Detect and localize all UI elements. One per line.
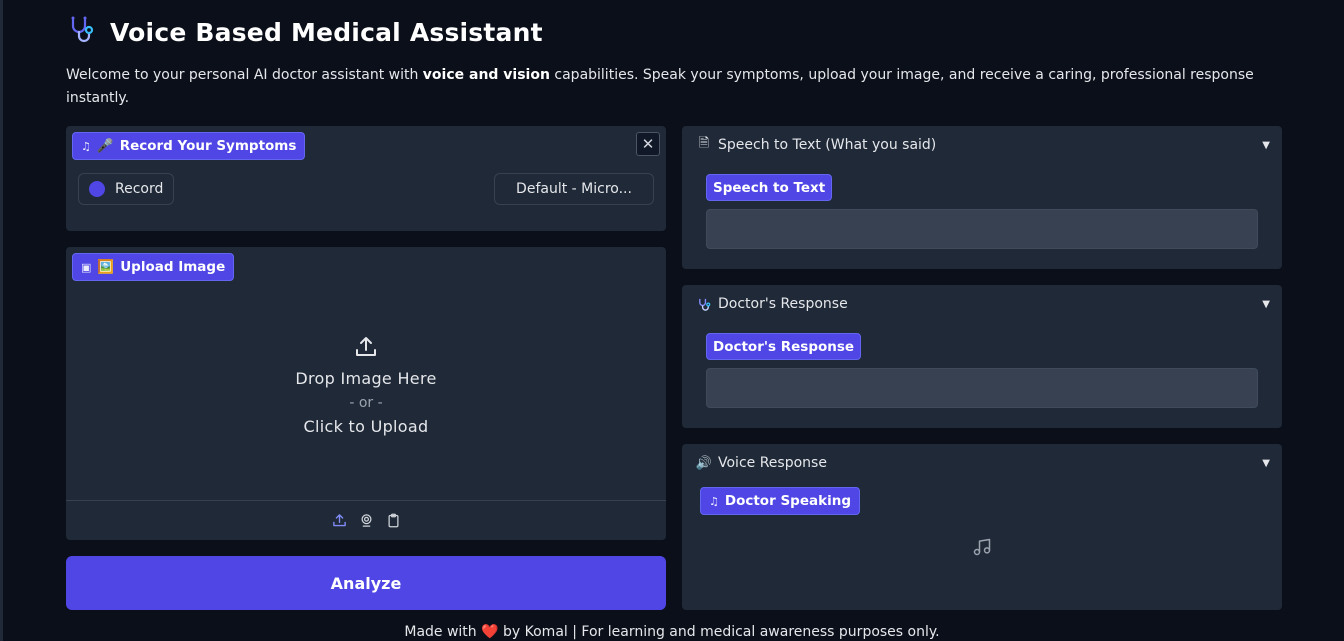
stethoscope-icon — [66, 14, 98, 50]
speech-to-text-label: Speech to Text — [706, 174, 833, 201]
doctor-response-accordion-header[interactable]: Doctor's Response ▼ — [696, 295, 1270, 313]
webcam-icon[interactable] — [359, 513, 374, 528]
heart-icon: ❤️ — [481, 624, 499, 640]
upload-source-icon[interactable] — [332, 513, 347, 528]
caret-down-icon[interactable]: ▼ — [1262, 140, 1270, 151]
upload-source-toolbar — [66, 500, 666, 540]
voice-response-panel: 🔊 Voice Response ▼ ♫ Doctor Speaking — [682, 444, 1282, 610]
doctor-speaking-label: ♫ Doctor Speaking — [700, 487, 860, 515]
speaker-icon: 🔊 — [695, 455, 713, 471]
picture-icon: 🖼️ — [97, 259, 115, 275]
music-note-icon: ♫ — [709, 494, 719, 508]
stethoscope-icon — [696, 297, 712, 312]
description-bold: voice and vision — [422, 67, 550, 83]
upload-image-label: ▣ 🖼️ Upload Image — [72, 253, 235, 281]
audio-placeholder-icon — [973, 538, 991, 556]
upload-image-label-text: Upload Image — [120, 259, 226, 275]
microphone-select-value: Default - Micro... — [516, 181, 632, 197]
image-icon: ▣ — [81, 260, 92, 274]
speech-to-text-accordion-header[interactable]: 🗎 Speech to Text (What you said) ▼ — [696, 136, 1270, 154]
page-title: Voice Based Medical Assistant — [110, 17, 543, 47]
doctor-response-label-text: Doctor's Response — [713, 338, 855, 355]
upload-image-panel: ▣ 🖼️ Upload Image Drop Image Here - or -… — [66, 247, 666, 540]
speech-to-text-header-text: Speech to Text (What you said) — [718, 137, 937, 153]
footer-text: Made with — [404, 624, 482, 640]
upload-icon — [356, 337, 376, 356]
microphone-select[interactable]: Default - Micro... — [494, 173, 654, 205]
voice-response-header-text: Voice Response — [718, 455, 827, 471]
document-icon: 🗎 — [698, 136, 710, 151]
close-icon: ✕ — [641, 135, 655, 153]
doctor-response-label: Doctor's Response — [706, 333, 862, 360]
analyze-button[interactable]: Analyze — [66, 556, 666, 610]
clipboard-icon[interactable] — [386, 513, 401, 528]
doctor-response-header-text: Doctor's Response — [718, 296, 848, 312]
speech-to-text-textbox[interactable] — [706, 209, 1258, 249]
record-button-label: Record — [115, 181, 164, 197]
record-symptoms-label: ♫ 🎤 Record Your Symptoms — [72, 132, 306, 160]
caret-down-icon[interactable]: ▼ — [1262, 299, 1270, 310]
record-dot-icon — [89, 181, 105, 197]
voice-response-accordion-header[interactable]: 🔊 Voice Response ▼ — [696, 454, 1270, 472]
page-header: Voice Based Medical Assistant — [66, 14, 543, 50]
drop-image-text: Drop Image Here — [295, 369, 437, 388]
page-description: Welcome to your personal AI doctor assis… — [66, 64, 1276, 110]
window-edge — [0, 0, 3, 641]
record-symptoms-panel: ♫ 🎤 Record Your Symptoms ✕ Record Defaul… — [66, 126, 666, 231]
speech-to-text-panel: 🗎 Speech to Text (What you said) ▼ Speec… — [682, 126, 1282, 269]
close-button[interactable]: ✕ — [636, 132, 660, 156]
footer: Made with ❤️ by Komal | For learning and… — [0, 624, 1344, 640]
record-symptoms-label-text: Record Your Symptoms — [119, 138, 297, 154]
image-drop-zone[interactable]: Drop Image Here - or - Click to Upload — [66, 307, 666, 467]
microphone-icon: 🎤 — [96, 138, 114, 154]
record-button[interactable]: Record — [78, 173, 174, 205]
or-text: - or - — [349, 395, 383, 411]
click-to-upload-text: Click to Upload — [303, 417, 429, 436]
music-note-icon: ♫ — [81, 139, 91, 153]
speech-to-text-label-text: Speech to Text — [713, 179, 826, 196]
caret-down-icon[interactable]: ▼ — [1262, 458, 1270, 469]
doctor-speaking-label-text: Doctor Speaking — [724, 493, 851, 509]
doctor-response-panel: Doctor's Response ▼ Doctor's Response — [682, 285, 1282, 428]
footer-text-rest: by Komal | For learning and medical awar… — [498, 624, 940, 640]
description-text: Welcome to your personal AI doctor assis… — [66, 67, 423, 83]
doctor-response-textbox[interactable] — [706, 368, 1258, 408]
